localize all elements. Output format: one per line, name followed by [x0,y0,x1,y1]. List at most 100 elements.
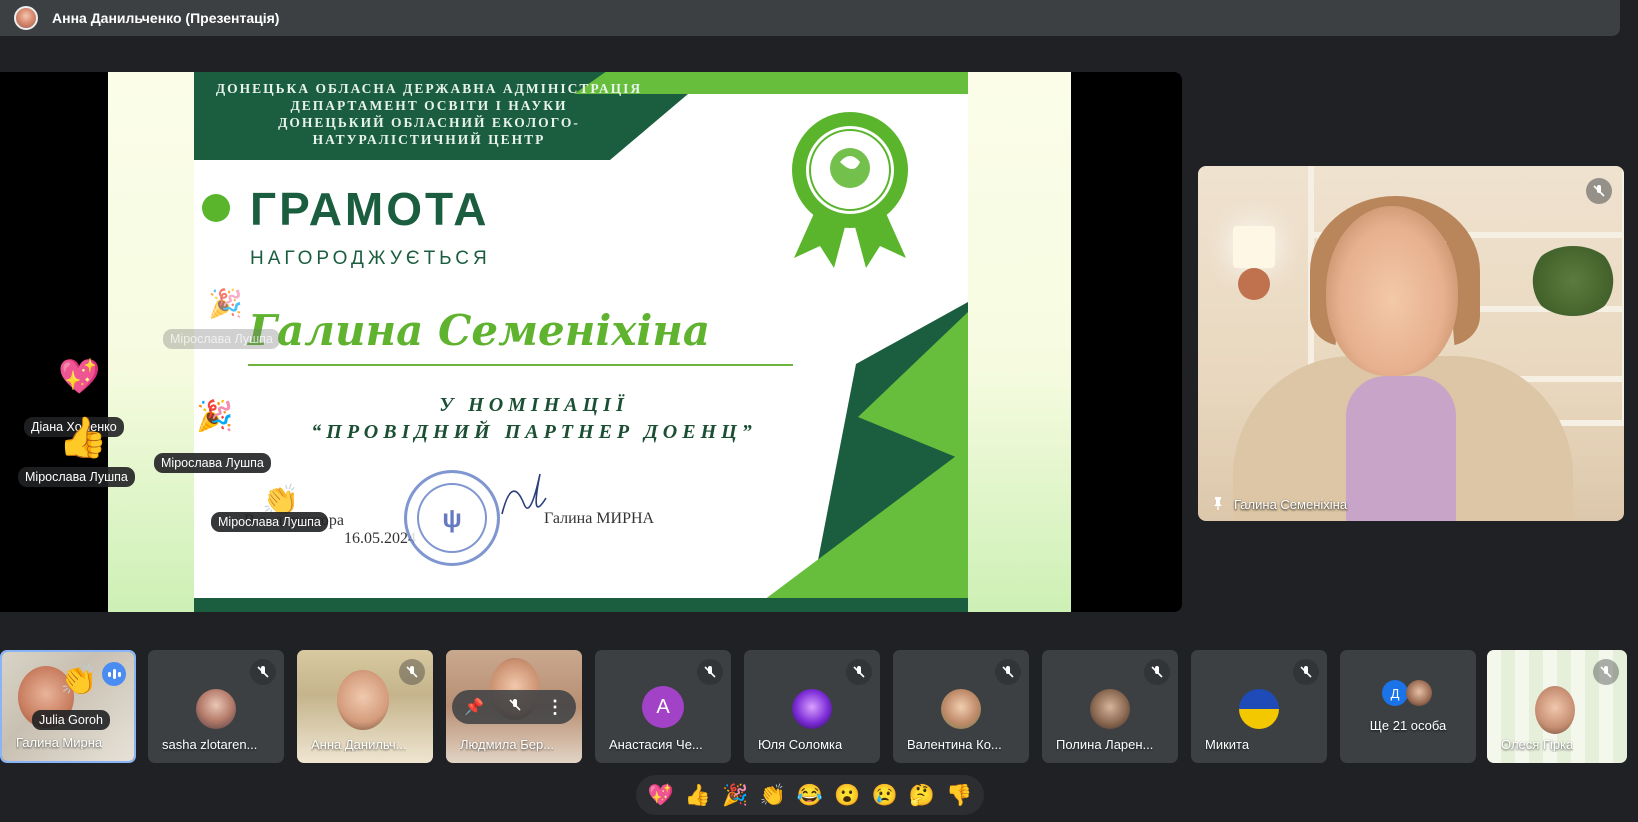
org-line: НАТУРАЛІСТИЧНИЙ ЦЕНТР [312,132,546,147]
speaker-name: Галина Семеніхіна [1234,497,1348,512]
participant-name: Людмила Бер... [460,737,555,752]
official-stamp: ψ [404,470,500,566]
heart-reaction-button[interactable]: 💖 [645,779,677,811]
participant-name: Юля Соломка [758,737,843,752]
sad-reaction-button[interactable]: 😢 [869,779,901,811]
nomination-line: У НОМІНАЦІЇ [439,394,629,416]
nomination: У НОМІНАЦІЇ “ПРОВІДНИЙ ПАРТНЕР ДОЕНЦ” [234,392,834,446]
plant [1528,246,1618,316]
participant-name: Анастасия Че... [609,737,703,752]
mic-off-icon [399,659,425,685]
participant-strip: 👏 Julia Goroh Галина Мирна sasha zlotare… [0,650,1638,764]
thumbs-down-reaction-button[interactable]: 👎 [943,779,975,811]
participant-name: Олеся Гірка [1501,737,1574,752]
presentation-title: Анна Данильченко (Презентація) [52,10,280,26]
participant-shirt [1346,376,1456,521]
party-popper-icon: 🎉 [208,288,243,319]
participant-tile[interactable]: sasha zlotaren... [148,650,284,763]
name-underline [248,364,793,366]
reaction-sender-label: Мірослава Лушпа [18,467,135,487]
more-participants-label: Ще 21 особа [1369,718,1447,733]
lamp-shade [1233,226,1275,268]
org-line: ДЕПАРТАМЕНТ ОСВІТИ І НАУКИ [290,98,568,113]
certificate-subtitle: НАГОРОДЖУЄТЬСЯ [250,248,491,269]
pin-icon[interactable]: 📌 [464,697,484,717]
participant-avatar [1406,680,1432,706]
more-participants-tile[interactable]: Д Ще 21 особа [1340,650,1476,763]
tile-hover-controls: 📌 ⋮ [452,690,576,724]
party-popper-icon: 🎉 [196,400,234,433]
mic-off-icon [250,659,276,685]
participant-avatar [941,689,981,729]
certificate-footer-band [194,598,968,612]
participant-tile[interactable]: Микита [1191,650,1327,763]
certificate-title: ГРАМОТА [250,183,490,235]
award-rosette-icon [792,112,908,268]
nomination-line: “ПРОВІДНИЙ ПАРТНЕР ДОЕНЦ” [311,421,757,443]
participant-name: Полина Ларен... [1056,737,1154,752]
mic-off-icon [1586,178,1612,204]
mic-off-icon [1293,659,1319,685]
participant-name: Валентина Ко... [907,737,1002,752]
mic-off-icon [1144,659,1170,685]
participant-tile[interactable]: Валентина Ко... [893,650,1029,763]
certificate-date: 16.05.2024 [344,530,416,547]
party-reaction-button[interactable]: 🎉 [719,779,751,811]
thumbs-up-icon: 👍 [58,416,108,460]
thumbs-up-reaction-button[interactable]: 👍 [682,779,714,811]
participant-face [1326,206,1458,376]
pinned-speaker-tile[interactable]: Галина Семеніхіна [1198,166,1624,521]
clapping-hands-icon: 👏 [60,664,98,697]
signer-name: Галина МИРНА [544,510,655,527]
participant-avatar [196,689,236,729]
participant-initial-avatar: Д [1382,680,1408,706]
reaction-sender-label: Julia Goroh [32,710,110,730]
mic-off-icon [1593,659,1619,685]
presenter-avatar [14,6,38,30]
mic-off-icon [697,659,723,685]
participant-tile[interactable]: Анна Данильч... [297,650,433,763]
certificate-organization: ДОНЕЦЬКА ОБЛАСНА ДЕРЖАВНА АДМІНІСТРАЦІЯ … [194,80,664,148]
recipient-name: Галина Семеніхіна [248,306,711,355]
participant-tile[interactable]: 📌 ⋮ Людмила Бер... [446,650,582,763]
participant-tile[interactable]: 👏 Julia Goroh Галина Мирна [0,650,136,763]
org-line: ДОНЕЦЬКА ОБЛАСНА ДЕРЖАВНА АДМІНІСТРАЦІЯ [215,81,643,96]
org-line: ДОНЕЦЬКИЙ ОБЛАСНИЙ ЕКОЛОГО- [278,115,580,130]
surprised-reaction-button[interactable]: 😮 [831,779,863,811]
participant-tile[interactable]: Олеся Гірка [1487,650,1627,763]
participant-name: Анна Данильч... [311,737,407,752]
participant-name: Микита [1205,737,1250,752]
speaking-indicator-icon [102,662,126,686]
thinking-reaction-button[interactable]: 🤔 [906,779,938,811]
trident-icon: ψ [442,502,462,533]
reaction-sender-label: Мірослава Лушпа [154,453,271,473]
presentation-stage[interactable]: ДОНЕЦЬКА ОБЛАСНА ДЕРЖАВНА АДМІНІСТРАЦІЯ … [0,72,1182,612]
speaker-name-row: Галина Семеніхіна [1212,496,1347,513]
sparkling-heart-icon: 💖 [58,358,101,396]
laugh-reaction-button[interactable]: 😂 [794,779,826,811]
participant-face [1535,686,1575,734]
reaction-sender-label: Мірослава Лушпа [211,512,328,532]
participant-tile[interactable]: А Анастасия Че... [595,650,731,763]
presentation-header: Анна Данильченко (Презентація) [0,0,1620,36]
participant-initial-avatar: А [642,686,684,728]
participant-name: Галина Мирна [16,735,103,750]
meet-window: Анна Данильченко (Презентація) ДОНЕЦЬКА … [0,0,1638,822]
mute-icon[interactable] [508,698,522,717]
participant-avatar [1239,689,1279,729]
reaction-sender-label: Мірослава Лушпа [163,329,280,349]
participant-face [337,670,389,730]
participant-tile[interactable]: Юля Соломка [744,650,880,763]
mic-off-icon [995,659,1021,685]
participant-name: sasha zlotaren... [162,737,258,752]
title-bullet [202,194,230,222]
participant-tile[interactable]: Полина Ларен... [1042,650,1178,763]
participant-avatar [1090,689,1130,729]
reaction-bar: 💖 👍 🎉 👏 😂 😮 😢 🤔 👎 [636,775,984,815]
more-options-icon[interactable]: ⋮ [546,697,564,718]
mic-off-icon [846,659,872,685]
participant-avatar [792,689,832,729]
lamp-base [1238,268,1270,300]
pin-icon[interactable] [1212,496,1224,513]
clap-reaction-button[interactable]: 👏 [757,779,789,811]
